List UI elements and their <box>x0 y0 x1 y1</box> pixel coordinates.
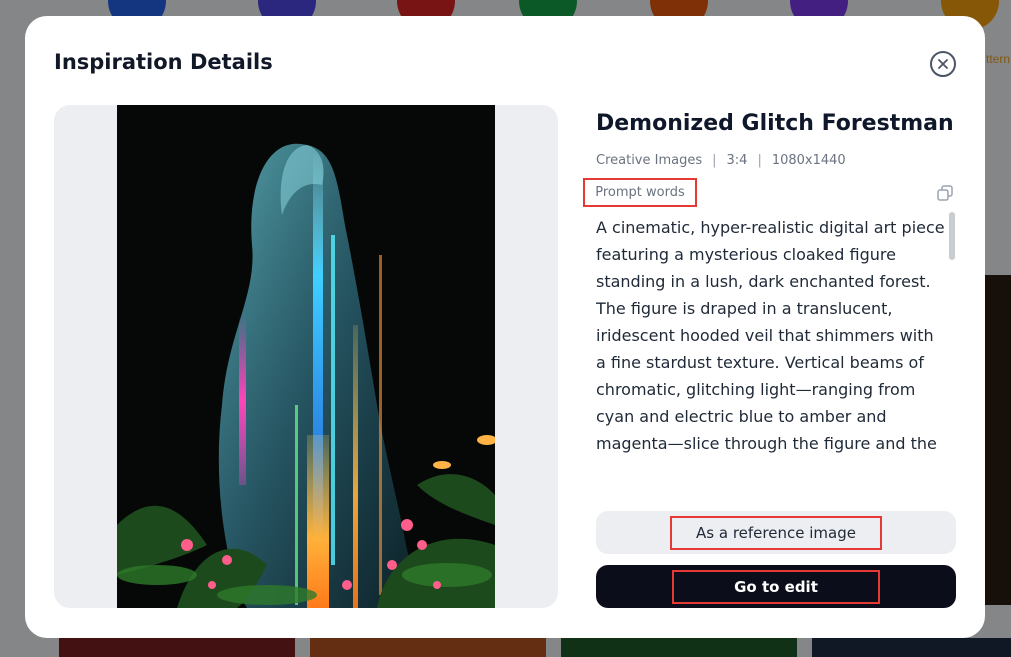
resolution-label: 1080x1440 <box>771 153 846 168</box>
inspiration-title: Demonized Glitch Forestman <box>596 111 954 136</box>
close-button[interactable] <box>930 51 956 77</box>
go-to-edit-label: Go to edit <box>672 569 880 604</box>
prompt-text: A cinematic, hyper-realistic digital art… <box>596 218 945 453</box>
image-metadata: Creative Images | 3:4 | 1080x1440 <box>596 153 846 168</box>
preview-image[interactable] <box>117 105 495 608</box>
meta-separator: | <box>757 153 762 168</box>
category-label: Creative Images <box>596 153 703 168</box>
image-preview-panel <box>54 105 558 608</box>
prompt-words-label: Prompt words <box>595 185 685 200</box>
use-as-reference-button[interactable]: As a reference image <box>596 511 956 554</box>
go-to-edit-button[interactable]: Go to edit <box>596 565 956 608</box>
close-icon <box>938 59 948 69</box>
modal-title: Inspiration Details <box>54 50 273 74</box>
meta-separator: | <box>712 153 717 168</box>
copy-icon[interactable] <box>936 184 954 202</box>
inspiration-details-modal: Inspiration Details Demonized Glitch For… <box>25 16 985 638</box>
use-as-reference-label: As a reference image <box>670 515 882 550</box>
aspect-ratio-label: 3:4 <box>726 153 748 168</box>
prompt-words-label-box: Prompt words <box>583 178 697 207</box>
prompt-scrollbar[interactable] <box>949 212 955 260</box>
